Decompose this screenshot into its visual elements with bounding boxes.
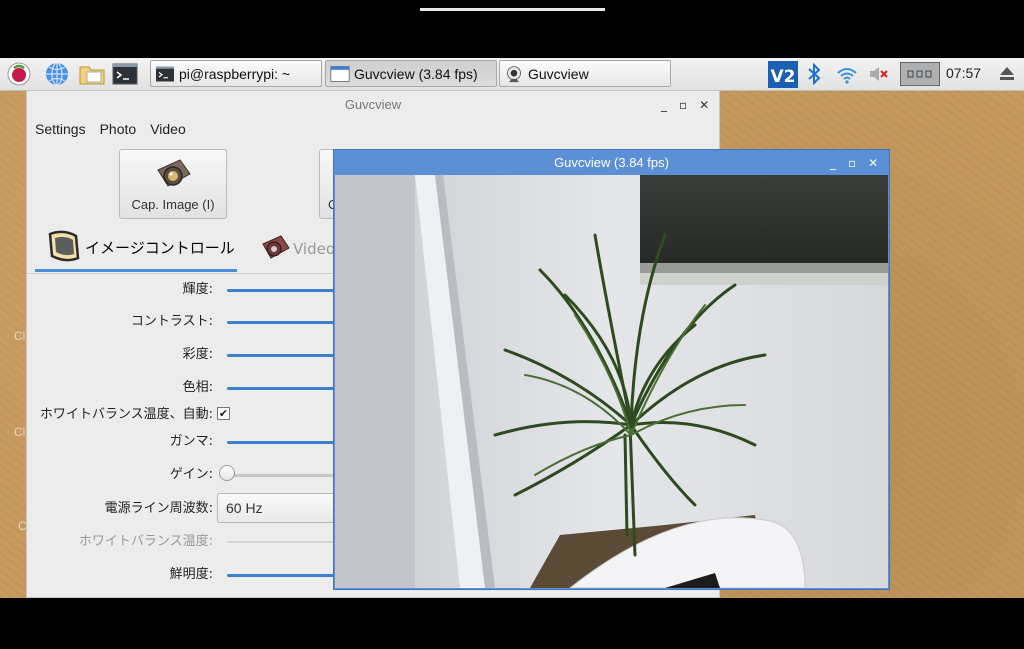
desktop-icon-label[interactable]: Cl [14,425,25,439]
task-label: Guvcview (3.84 fps) [354,65,478,82]
taskbar: pi@raspberrypi: ~ Guvcview (3.84 fps) Gu… [0,58,1024,91]
wifi-icon[interactable] [836,58,858,90]
control-label: コントラスト: [130,314,213,329]
eject-icon[interactable] [998,58,1016,90]
menu-photo[interactable]: Photo [100,121,137,143]
white-balance-auto-checkbox[interactable]: ✔ [217,407,230,420]
screen-top-border [0,0,1024,58]
close-icon[interactable]: ✕ [868,156,878,170]
control-label: 色相: [182,380,213,395]
capture-image-label: Cap. Image (I) [131,197,215,212]
window-title: Guvcview [344,97,402,112]
window-buttons: _ ▫ ✕ [830,150,878,175]
window-buttons: _ ▫ ✕ [661,91,709,119]
tab-label: Video [293,239,336,258]
menu-video[interactable]: Video [150,121,186,143]
hue-slider[interactable] [227,387,347,390]
saturation-slider[interactable] [227,354,347,357]
menu-bar: Settings Photo Video [27,121,186,143]
white-balance-temperature-slider [227,541,347,543]
desktop-icon-label[interactable]: Cl [14,329,25,343]
window-icon [330,65,350,82]
bluetooth-icon[interactable] [806,58,822,90]
control-label: ゲイン: [169,467,213,482]
terminal-icon [156,66,174,81]
gain-slider[interactable] [227,474,347,477]
guvcview-video-window[interactable]: Guvcview (3.84 fps) _ ▫ ✕ [333,149,890,590]
tv-icon [48,230,80,262]
gamma-slider[interactable] [227,441,347,444]
minimize-icon[interactable]: _ [830,156,836,170]
vnc-icon[interactable]: V2 [768,58,798,90]
control-label: 電源ライン周波数: [104,501,213,516]
tab-image-controls[interactable]: イメージコントロール [35,225,237,272]
control-label: 輝度: [182,282,213,297]
sharpness-slider[interactable] [227,574,347,577]
video-preview[interactable] [335,175,888,588]
maximize-icon[interactable]: ▫ [848,156,856,170]
file-manager-icon[interactable] [78,62,105,86]
task-guvcview-video[interactable]: Guvcview (3.84 fps) [325,60,497,87]
window-title: Guvcview (3.84 fps) [554,155,669,170]
close-icon[interactable]: ✕ [699,98,709,112]
tab-label: イメージコントロール [85,238,235,257]
gain-slider-knob[interactable] [219,465,235,481]
maximize-icon[interactable]: ▫ [679,98,687,112]
webcam-image [335,175,888,588]
task-label: Guvcview [528,65,589,82]
task-guvcview[interactable]: Guvcview [499,60,671,87]
webcam-icon [507,65,521,82]
contrast-slider[interactable] [227,321,347,324]
control-label: 鮮明度: [169,567,213,582]
control-label: 彩度: [182,347,213,362]
video-camera-icon [262,234,290,259]
brightness-slider[interactable] [227,289,347,292]
task-terminal[interactable]: pi@raspberrypi: ~ [150,60,322,87]
terminal-launcher-icon[interactable] [112,62,138,86]
raspberry-menu-icon[interactable] [6,62,32,86]
minimize-icon[interactable]: _ [661,98,667,112]
camera-icon [157,159,191,187]
menu-settings[interactable]: Settings [35,121,86,143]
screen-notch [420,8,605,11]
capture-image-button[interactable]: Cap. Image (I) [119,149,227,219]
task-label: pi@raspberrypi: ~ [179,65,291,82]
control-label: ガンマ: [169,434,213,449]
svg-text:V2: V2 [771,67,796,87]
clock[interactable]: 07:57 [946,65,981,81]
cpu-monitor-icon [900,58,940,90]
control-label: ホワイトバランス温度: [78,534,213,549]
control-label: ホワイトバランス温度、自動: [39,407,213,422]
volume-muted-icon[interactable] [868,58,890,90]
screen-bottom-border [0,598,1024,649]
web-browser-icon[interactable] [44,62,70,86]
